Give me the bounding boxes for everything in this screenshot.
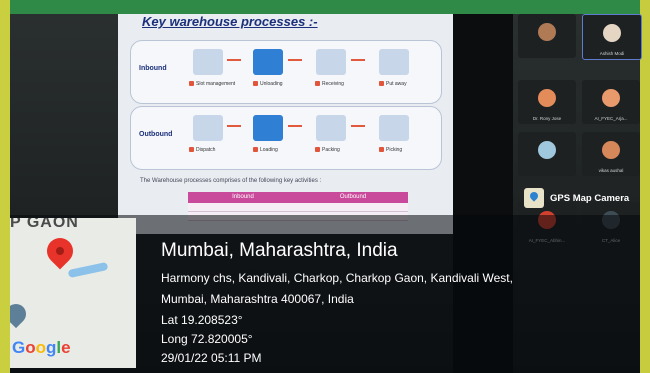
step-caption: Dispatch [189, 147, 215, 153]
google-logo: Google [12, 338, 71, 357]
slide-caption: The Warehouse processes comprises of the… [140, 178, 322, 184]
gps-camera-icon [524, 188, 544, 208]
location-pin-icon [10, 299, 31, 329]
truck-icon [253, 49, 283, 75]
yellow-frame-left [0, 0, 10, 373]
arrow-icon [288, 125, 302, 127]
forklift-icon [193, 115, 223, 141]
panel-label-inbound: Inbound [139, 65, 167, 72]
step-caption: Loading [253, 147, 278, 153]
gps-map-camera-badge: GPS Map Camera [524, 188, 629, 208]
boxes-icon [316, 115, 346, 141]
datetime-text: 29/01/22 05:11 PM [161, 351, 262, 365]
arrow-icon [351, 59, 365, 61]
participant-name: Dr. Rony Jose [532, 116, 562, 121]
panel-label-outbound: Outbound [139, 131, 173, 138]
arrow-icon [227, 125, 241, 127]
table-header-cell: Outbound [339, 194, 367, 200]
location-title: Mumbai, Maharashtra, India [161, 240, 398, 261]
outbound-panel: Outbound Dispatch Loading Packing Pickin… [130, 106, 442, 170]
participant-tile[interactable]: AI_FYEC_Arja... [582, 80, 640, 124]
avatar [538, 23, 556, 41]
gps-app-name: GPS Map Camera [550, 192, 630, 204]
participant-tile[interactable] [518, 14, 576, 58]
arrow-icon [288, 59, 302, 61]
step-caption: Receiving [315, 81, 344, 87]
avatar [602, 141, 620, 159]
step-caption: Put away [379, 81, 407, 87]
step-caption: Unloading [253, 81, 283, 87]
green-frame-top [0, 0, 650, 14]
participant-name: AI_FYEC_Arja... [594, 116, 628, 121]
table-row [188, 203, 408, 212]
arrow-icon [351, 125, 365, 127]
map-road [67, 261, 109, 279]
step-caption: Slot management [189, 81, 235, 87]
latitude-text: Lat 19.208523° [161, 313, 243, 327]
avatar [602, 89, 620, 107]
table-header-cell: Inbound [232, 194, 254, 200]
shelf-icon [379, 49, 409, 75]
participant-tile[interactable]: Ashish Modi [582, 14, 642, 60]
participant-tile[interactable] [518, 132, 576, 176]
participant-tile[interactable]: Dr. Rony Jose [518, 80, 576, 124]
avatar [538, 141, 556, 159]
avatar [603, 24, 621, 42]
participant-name: Ashish Modi [599, 51, 625, 56]
participant-name: vikas aushal [598, 168, 624, 173]
address-line: Harmony chs, Kandivali, Charkop, Charkop… [161, 271, 513, 285]
inbound-panel: Inbound Slot management Unloading Receiv… [130, 40, 442, 104]
slide-title: Key warehouse processes :- [142, 14, 318, 29]
monitor-screen: Key warehouse processes :- Inbound Slot … [10, 14, 642, 373]
address-line: Mumbai, Maharashtra 400067, India [161, 292, 354, 306]
step-caption: Picking [379, 147, 402, 153]
participant-tile[interactable]: vikas aushal [582, 132, 640, 176]
avatar [538, 89, 556, 107]
arrow-icon [227, 59, 241, 61]
longitude-text: Long 72.820005° [161, 332, 253, 346]
map-area-label: P GAON [10, 218, 79, 231]
truck-icon [253, 115, 283, 141]
shelf-icon [379, 115, 409, 141]
map-thumbnail: P GAON Google [10, 218, 136, 368]
presentation-slide: Key warehouse processes :- Inbound Slot … [118, 14, 453, 234]
forklift-icon [193, 49, 223, 75]
step-caption: Packing [315, 147, 340, 153]
location-pin-icon [41, 232, 79, 270]
worker-icon [316, 49, 346, 75]
table-header: Inbound Outbound [188, 192, 408, 203]
